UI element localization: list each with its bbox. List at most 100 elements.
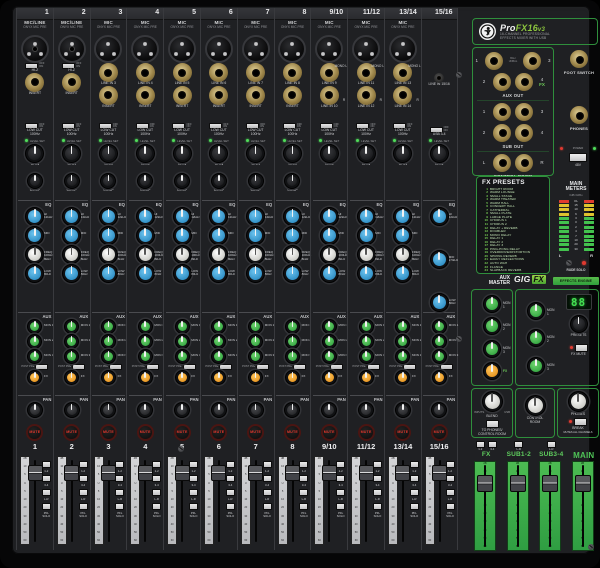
eq-low-knob[interactable] [319,264,339,283]
comp-knob[interactable] [100,173,117,189]
output-jack[interactable] [484,51,503,70]
eq-hi-knob[interactable] [62,207,82,226]
eq-low-knob[interactable] [246,264,266,283]
fx-send-knob[interactable] [137,370,153,385]
mute-button[interactable]: MUTE [247,423,265,441]
mon3-send-knob[interactable] [431,349,447,364]
mon2-send-knob[interactable] [248,334,264,349]
mute-button[interactable]: MUTE [394,423,412,441]
fx-send-knob[interactable] [100,370,116,385]
line-in-right-jack[interactable] [319,85,339,105]
line-in-jack[interactable] [135,63,155,82]
output-jack[interactable] [493,72,511,91]
mute-button[interactable]: MUTE [173,423,191,441]
assign-lr-button[interactable] [152,489,162,496]
eq-mid-knob[interactable] [429,250,449,269]
gain-knob[interactable] [282,144,302,163]
mon1-send-knob[interactable] [27,319,43,334]
gigfx-mon1-knob[interactable] [527,301,545,320]
gain-knob[interactable] [209,144,229,163]
assign-1-2-button[interactable] [336,461,346,468]
mute-button[interactable]: MUTE [26,423,44,441]
pan-knob[interactable] [321,402,338,418]
xlr-input[interactable] [204,35,233,63]
assign-lr-button[interactable] [445,489,455,496]
comp-knob[interactable] [174,173,191,189]
pan-knob[interactable] [431,402,448,418]
mute-button[interactable]: MUTE [320,423,338,441]
mute-button[interactable]: MUTE [63,423,81,441]
fx-send-knob[interactable] [211,370,227,385]
mon2-send-knob[interactable] [100,334,116,349]
comp-knob[interactable] [284,173,301,189]
pan-knob[interactable] [137,402,154,418]
pfl-solo-button[interactable] [409,503,419,510]
control-room-knob[interactable] [524,395,546,416]
eq-hi-knob[interactable] [319,207,339,226]
assign-1-2-button[interactable] [445,461,455,468]
aux-master-mon3-knob[interactable] [483,339,501,358]
eq-mid-freq-knob[interactable] [172,245,192,264]
xlr-input[interactable] [315,35,344,63]
eq-mid-knob[interactable] [246,226,266,245]
eq-mid-freq-knob[interactable] [319,245,339,264]
output-jack[interactable] [515,123,533,142]
eq-hi-knob[interactable] [246,207,266,226]
fx-send-knob[interactable] [27,370,43,385]
mon2-send-knob[interactable] [64,334,80,349]
line-in-right-jack[interactable] [356,85,376,105]
mon2-send-knob[interactable] [211,334,227,349]
pfl-solo-button[interactable] [188,503,198,510]
assign-3-4-button[interactable] [336,475,346,482]
eq-mid-knob[interactable] [98,226,118,245]
assign-lr-button[interactable] [262,489,272,496]
eq-hi-knob[interactable] [25,207,45,226]
mon1-send-knob[interactable] [284,319,300,334]
blend-knob[interactable] [481,391,503,412]
mon2-send-knob[interactable] [27,334,43,349]
xlr-input[interactable] [168,35,197,63]
gain-knob[interactable] [62,144,82,163]
output-jack[interactable] [523,51,542,70]
assign-1-2-button[interactable] [225,461,235,468]
gain-knob[interactable] [393,144,413,163]
eq-low-knob[interactable] [25,264,45,283]
xlr-input[interactable] [388,35,417,63]
assign-lr-button[interactable] [409,489,419,496]
line-in-jack[interactable] [209,63,229,82]
mute-button[interactable]: MUTE [210,423,228,441]
assign-lr-button[interactable] [115,489,125,496]
assign-3-4-button[interactable] [78,475,88,482]
assign-1-2-button[interactable] [262,461,272,468]
pfl-solo-button[interactable] [262,503,272,510]
mute-button[interactable]: MUTE [357,423,375,441]
pan-knob[interactable] [63,402,80,418]
assign-3-4-button[interactable] [115,475,125,482]
mon3-send-knob[interactable] [248,349,264,364]
assign-1-2-button[interactable] [115,461,125,468]
gain-knob[interactable] [319,144,339,163]
assign-3-4-button[interactable] [262,475,272,482]
pfl-solo-button[interactable] [336,503,346,510]
gain-knob[interactable] [356,144,376,163]
assign-1-2-button[interactable] [152,461,162,468]
mute-button[interactable]: MUTE [136,423,154,441]
mon3-send-knob[interactable] [174,349,190,364]
eq-mid-knob[interactable] [209,226,229,245]
aux-master-fx-knob[interactable] [483,362,501,381]
mon3-send-knob[interactable] [395,349,411,364]
mon1-send-knob[interactable] [358,319,374,334]
mon1-send-knob[interactable] [431,319,447,334]
assign-lr-button[interactable] [372,489,382,496]
output-jack[interactable] [493,123,511,142]
xlr-input[interactable] [352,35,381,63]
eq-hi-knob[interactable] [393,207,413,226]
pfl-solo-button[interactable] [152,503,162,510]
pan-knob[interactable] [26,402,43,418]
mon2-send-knob[interactable] [174,334,190,349]
assign-1-2-button[interactable] [372,461,382,468]
mon3-send-knob[interactable] [358,349,374,364]
insert-jack[interactable] [25,72,45,92]
insert-jack[interactable] [172,85,192,105]
eq-low-knob[interactable] [209,264,229,283]
